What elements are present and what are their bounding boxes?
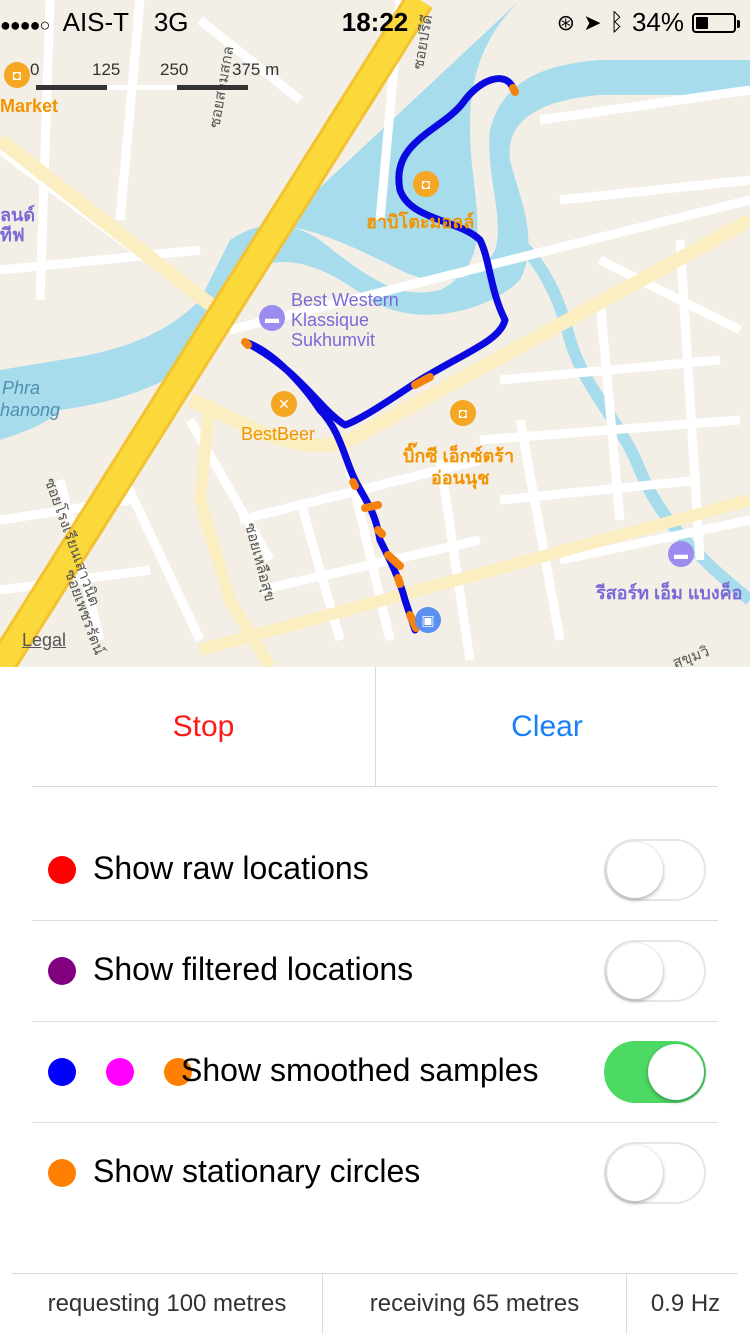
stationary-color-dot bbox=[48, 1159, 76, 1187]
map-label-bestbeer: BestBeer bbox=[241, 424, 316, 444]
toggle-knob bbox=[607, 1145, 663, 1201]
map-view[interactable]: ◘ ◘ ▬ ✕ ◘ ▬ ▣ Market ลนด์ ทีฟ ฮาบิโตะมอล… bbox=[0, 0, 750, 667]
shopping-bag-icon[interactable]: ◘ bbox=[450, 400, 476, 426]
map-label-best-western-1: Best Western bbox=[291, 290, 399, 310]
control-buttons: Stop Clear bbox=[0, 667, 750, 787]
smoothed-color-dot-blue bbox=[48, 1058, 76, 1086]
legal-link[interactable]: Legal bbox=[22, 630, 66, 651]
shopping-bag-icon[interactable]: ◘ bbox=[4, 62, 30, 88]
requesting-accuracy: requesting 100 metres bbox=[47, 1289, 287, 1317]
battery-icon bbox=[692, 12, 740, 33]
battery-percent: 34% bbox=[631, 7, 684, 37]
scale-label-375: 375 m bbox=[232, 60, 280, 79]
color-dots bbox=[48, 957, 76, 985]
status-right: ⊛ ➤ ᛒ 34% bbox=[556, 7, 740, 38]
receiving-accuracy: receiving 65 metres bbox=[369, 1289, 580, 1317]
map-label-market: Market bbox=[0, 96, 59, 116]
secondary-road-3 bbox=[0, 134, 235, 326]
secondary-road-2 bbox=[198, 494, 750, 656]
status-bar: ●●●●○ AIS-T 3G 18:22 ⊛ ➤ ᛒ 34% bbox=[0, 0, 750, 40]
location-arrow-icon: ➤ bbox=[583, 9, 602, 35]
map-label-bigc-2: อ่อนนุช bbox=[431, 468, 490, 488]
setting-row-stationary: Show stationary circles bbox=[0, 1123, 750, 1224]
color-dots bbox=[48, 1058, 192, 1086]
map-label-habito: ฮาบิโตะมอลล์ bbox=[366, 212, 475, 232]
toggle-switch-filtered[interactable] bbox=[604, 940, 706, 1002]
map-label-resort: รีสอร์ท เอ็ม แบงค็อ bbox=[596, 583, 743, 603]
toggle-switch-raw[interactable] bbox=[604, 839, 706, 901]
buttons-separator bbox=[32, 786, 718, 787]
map-label-phra-1: Phra bbox=[2, 378, 41, 398]
battery-fill bbox=[696, 16, 709, 29]
setting-row-raw: Show raw locations bbox=[0, 820, 750, 921]
setting-label: Show smoothed samples bbox=[181, 1052, 539, 1088]
raw-color-dot bbox=[48, 856, 76, 884]
toggle-knob bbox=[607, 842, 663, 898]
map-label-left-2: ทีฟ bbox=[0, 225, 25, 245]
scale-label-250: 250 bbox=[160, 60, 189, 79]
settings-list: Show raw locations Show filtered locatio… bbox=[0, 820, 750, 1224]
orientation-lock-icon: ⊛ bbox=[556, 9, 576, 35]
setting-label: Show filtered locations bbox=[93, 951, 414, 987]
toggle-switch-smoothed[interactable] bbox=[604, 1041, 706, 1103]
map-label-best-western-3: Sukhumvit bbox=[291, 330, 376, 350]
setting-row-filtered: Show filtered locations bbox=[0, 921, 750, 1022]
scale-label-0: 0 bbox=[30, 60, 40, 79]
toggle-knob bbox=[607, 943, 663, 999]
smoothed-color-dot-magenta bbox=[106, 1058, 134, 1086]
color-dots bbox=[48, 1159, 76, 1187]
color-dots bbox=[48, 856, 76, 884]
footer-stats: requesting 100 metres receiving 65 metre… bbox=[0, 1273, 750, 1334]
filtered-color-dot bbox=[48, 957, 76, 985]
map-label-best-western-2: Klassique bbox=[291, 310, 370, 330]
stop-button[interactable]: Stop bbox=[32, 667, 375, 787]
update-frequency: 0.9 Hz bbox=[650, 1289, 721, 1317]
shopping-bag-icon[interactable]: ◘ bbox=[413, 171, 439, 197]
setting-label: Show stationary circles bbox=[93, 1153, 421, 1189]
train-station-icon[interactable]: ▣ bbox=[415, 607, 441, 633]
restaurant-icon[interactable]: ✕ bbox=[271, 391, 297, 417]
scale-label-125: 125 bbox=[92, 60, 121, 79]
setting-label: Show raw locations bbox=[93, 850, 369, 886]
toggle-switch-stationary[interactable] bbox=[604, 1142, 706, 1204]
hotel-bed-icon[interactable]: ▬ bbox=[259, 305, 285, 331]
clear-button[interactable]: Clear bbox=[376, 667, 718, 787]
scale-bar bbox=[36, 85, 249, 90]
map-label-phra-2: hanong bbox=[0, 400, 61, 420]
toggle-knob bbox=[648, 1044, 704, 1100]
setting-row-smoothed: Show smoothed samples bbox=[0, 1022, 750, 1123]
hotel-bed-icon[interactable]: ▬ bbox=[668, 541, 694, 567]
bluetooth-icon: ᛒ bbox=[609, 8, 624, 36]
